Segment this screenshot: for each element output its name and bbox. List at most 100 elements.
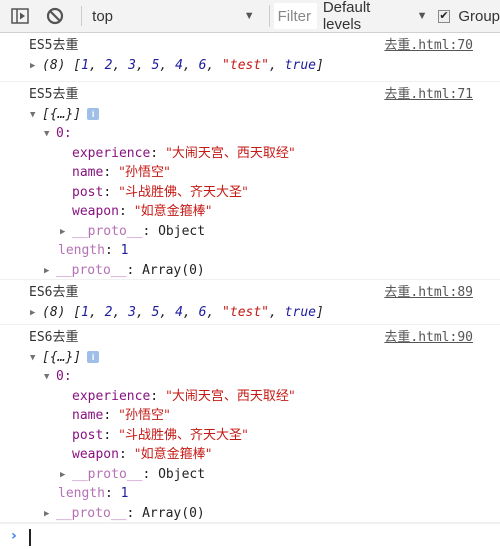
property-value: "大闹天宫、西天取经" <box>165 388 295 404</box>
property-key: length <box>58 486 105 501</box>
text-caret <box>29 529 31 546</box>
property-key: name <box>72 165 104 180</box>
property-row: weapon: "如意金箍棒" <box>72 447 212 462</box>
array-item: 1 <box>81 304 89 320</box>
property-key: __proto__ <box>56 505 127 521</box>
expand-triangle-icon[interactable]: ▶ <box>30 304 42 324</box>
clear-console-icon[interactable] <box>46 6 66 26</box>
array-item: "test" <box>222 57 270 73</box>
array-item: 4 <box>175 304 183 320</box>
property-key: post <box>72 184 104 200</box>
chevron-down-icon: ▼ <box>416 10 428 22</box>
sidebar-toggle-icon[interactable] <box>10 6 30 26</box>
property-key: name <box>72 408 104 423</box>
property-value: Array(0) <box>142 505 205 521</box>
context-selector[interactable]: top ▼ <box>92 8 258 25</box>
expand-triangle-icon[interactable]: ▶ <box>30 57 42 77</box>
object-proto-row[interactable]: ▶ __proto__: Object <box>0 222 500 242</box>
array-count: (8) <box>42 57 66 73</box>
array-item: "test" <box>222 304 270 320</box>
collapse-triangle-icon[interactable]: ▼ <box>30 106 42 126</box>
collapse-triangle-icon[interactable]: ▼ <box>44 368 56 388</box>
console-message: ES5去重 去重.html:71 ▼ [{…}] i ▼ 0: experience:… <box>0 82 500 280</box>
collapse-triangle-icon[interactable]: ▼ <box>44 125 56 145</box>
property-key: length <box>58 243 105 258</box>
property-value: Object <box>158 223 206 239</box>
source-link[interactable]: 去重.html:71 <box>384 85 473 105</box>
property-row: post: "斗战胜佛、齐天大圣" <box>72 427 248 443</box>
property-key: experience <box>72 145 151 161</box>
array-index: 0: <box>56 126 72 141</box>
property-row: post: "斗战胜佛、齐天大圣" <box>72 184 248 200</box>
property-value: "斗战胜佛、齐天大圣" <box>118 184 248 200</box>
array-item: 3 <box>128 304 136 320</box>
log-levels-label: Default levels <box>322 0 371 33</box>
array-index-row[interactable]: ▼ 0: <box>0 367 500 387</box>
array-item: 1 <box>81 57 89 73</box>
chevron-down-icon: ▼ <box>243 10 255 22</box>
property-key: __proto__ <box>72 223 143 239</box>
context-label: top <box>92 7 114 25</box>
property-value: 1 <box>120 243 129 258</box>
expand-triangle-icon[interactable]: ▶ <box>44 262 56 282</box>
property-key: post <box>72 427 104 443</box>
info-icon[interactable]: i <box>87 350 100 363</box>
property-key: __proto__ <box>72 466 143 482</box>
property-value: "孙悟空" <box>118 165 170 180</box>
property-key: __proto__ <box>56 262 127 278</box>
group-similar-checkbox[interactable]: ✔ <box>437 9 451 23</box>
array-item: 3 <box>128 57 136 73</box>
source-link[interactable]: 去重.html:90 <box>384 328 473 348</box>
property-row: experience: "大闹天宫、西天取经" <box>72 145 295 161</box>
expand-triangle-icon[interactable]: ▶ <box>60 223 72 243</box>
array-summary[interactable]: ▶ (8) [1, 2, 3, 5, 4, 6, "test", true] <box>0 303 500 323</box>
group-similar-label: Group <box>458 7 500 25</box>
array-proto-row[interactable]: ▶ __proto__: Array(0) <box>0 261 500 281</box>
info-icon[interactable]: i <box>87 107 100 120</box>
array-item: 4 <box>175 57 183 73</box>
array-proto-row[interactable]: ▶ __proto__: Array(0) <box>0 504 500 524</box>
console-message: ES6去重 去重.html:89 ▶ (8) [1, 2, 3, 5, 4, 6,… <box>0 280 500 325</box>
property-value: Array(0) <box>142 262 205 278</box>
property-value: "如意金箍棒" <box>134 447 212 462</box>
property-key: experience <box>72 388 151 404</box>
property-value: "孙悟空" <box>118 408 170 423</box>
console-prompt[interactable]: › <box>0 523 500 549</box>
property-row: experience: "大闹天宫、西天取经" <box>72 388 295 404</box>
expand-triangle-icon[interactable]: ▶ <box>60 466 72 486</box>
array-preview[interactable]: ▼ [{…}] i <box>0 348 500 368</box>
array-index: 0: <box>56 369 72 384</box>
array-item: true <box>284 304 316 320</box>
property-key: weapon <box>72 204 119 219</box>
console-message: ES6去重 去重.html:90 ▼ [{…}] i ▼ 0: experience:… <box>0 325 500 523</box>
property-value: "如意金箍棒" <box>134 204 212 219</box>
array-preview[interactable]: ▼ [{…}] i <box>0 105 500 125</box>
log-levels-dropdown[interactable]: Default levels ▼ <box>323 0 428 33</box>
source-link[interactable]: 去重.html:89 <box>384 283 473 303</box>
array-preview-text: [{…}] <box>42 106 82 122</box>
collapse-triangle-icon[interactable]: ▼ <box>30 349 42 369</box>
property-row: name: "孙悟空" <box>72 165 170 180</box>
object-proto-row[interactable]: ▶ __proto__: Object <box>0 465 500 485</box>
expand-triangle-icon[interactable]: ▶ <box>44 505 56 525</box>
source-link[interactable]: 去重.html:70 <box>384 36 473 56</box>
toolbar-divider <box>81 6 83 26</box>
prompt-chevron-icon: › <box>11 528 17 544</box>
console-message: ES5去重 去重.html:70 ▶ (8) [1, 2, 3, 5, 4, 6,… <box>0 33 500 82</box>
property-row: weapon: "如意金箍棒" <box>72 204 212 219</box>
console-toolbar: top ▼ Filter Default levels ▼ ✔ Group <box>0 0 500 33</box>
property-value: "斗战胜佛、齐天大圣" <box>118 427 248 443</box>
property-value: 1 <box>120 486 129 501</box>
array-item: true <box>284 57 316 73</box>
console-messages: ES5去重 去重.html:70 ▶ (8) [1, 2, 3, 5, 4, 6,… <box>0 33 500 523</box>
filter-input[interactable]: Filter <box>273 3 317 29</box>
property-row: name: "孙悟空" <box>72 408 170 423</box>
array-summary[interactable]: ▶ (8) [1, 2, 3, 5, 4, 6, "test", true] <box>0 56 500 76</box>
property-value: Object <box>158 466 206 482</box>
property-value: "大闹天宫、西天取经" <box>165 145 295 161</box>
array-index-row[interactable]: ▼ 0: <box>0 124 500 144</box>
length-row: length: 1 <box>58 243 129 258</box>
array-preview-text: [{…}] <box>42 349 82 365</box>
property-key: weapon <box>72 447 119 462</box>
array-count: (8) <box>42 304 66 320</box>
